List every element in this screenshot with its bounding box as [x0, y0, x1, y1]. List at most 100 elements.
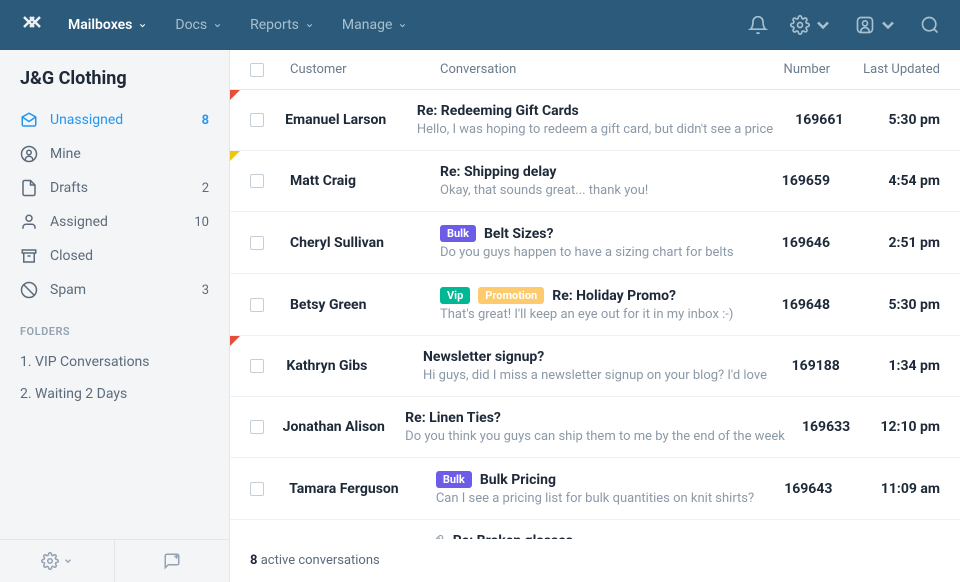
conversation-preview: That's great! I'll keep an eye out for i… — [440, 307, 750, 322]
sidebar-item-label: Spam — [50, 282, 202, 298]
conversation-row[interactable]: Emanuel Larson Re: Redeeming Gift Cards … — [230, 90, 960, 151]
tag-bulk: Bulk — [436, 471, 472, 488]
nav-item-label: Docs — [175, 17, 207, 33]
conversation-subject: BulkBulk Pricing — [436, 471, 754, 488]
app-logo — [20, 13, 44, 37]
sidebar: J&G Clothing Unassigned 8 Mine Drafts 2 … — [0, 50, 230, 582]
last-updated: 1:34 pm — [888, 358, 940, 374]
tag-promotion: Promotion — [478, 287, 544, 304]
sidebar-settings-button[interactable] — [0, 540, 115, 582]
chevron-down-icon — [305, 21, 314, 30]
sidebar-item-label: Drafts — [50, 180, 202, 196]
folders-header: FOLDERS — [0, 307, 229, 346]
customer-name: Cheryl Sullivan — [290, 235, 440, 251]
chevron-down-icon — [398, 21, 407, 30]
row-checkbox[interactable] — [250, 236, 264, 250]
col-number-header[interactable]: Number — [750, 62, 830, 77]
nav-item-label: Manage — [342, 17, 392, 33]
col-customer-header[interactable]: Customer — [290, 62, 440, 77]
conversation-subject: Newsletter signup? — [423, 349, 767, 365]
nav-item-label: Reports — [250, 17, 299, 33]
folder-item[interactable]: 1. VIP Conversations — [0, 346, 229, 378]
conversation-number: 169643 — [784, 481, 832, 497]
conversation-preview: Okay, that sounds great... thank you! — [440, 183, 750, 198]
notifications-button[interactable] — [748, 15, 768, 35]
sidebar-item-label: Assigned — [50, 214, 194, 230]
sidebar-item-spam[interactable]: Spam 3 — [0, 273, 229, 307]
mail-open-icon — [20, 111, 38, 129]
conversation-row[interactable]: Matt Craig Re: Shipping delay Okay, that… — [230, 151, 960, 212]
sidebar-item-label: Unassigned — [50, 112, 202, 128]
conversation-row[interactable]: Betsy Green VipPromotionRe: Holiday Prom… — [230, 274, 960, 336]
footer-count: 8 — [250, 553, 257, 568]
tag-vip: Vip — [440, 287, 470, 304]
sidebar-item-mine[interactable]: Mine — [0, 137, 229, 171]
conversation-subject: Re: Broken glasses — [431, 533, 760, 539]
search-button[interactable] — [920, 15, 940, 35]
tag-bulk: Bulk — [440, 225, 476, 242]
row-checkbox[interactable] — [250, 298, 264, 312]
ban-icon — [20, 281, 38, 299]
conversation-row[interactable]: Greg Davis Re: Broken glasses Okay sound… — [230, 520, 960, 539]
conversation-preview: Hello, I was hoping to redeem a gift car… — [417, 122, 773, 137]
folder-item[interactable]: 2. Waiting 2 Days — [0, 378, 229, 410]
nav-item-reports[interactable]: Reports — [250, 17, 314, 33]
row-checkbox[interactable] — [250, 482, 264, 496]
sidebar-item-count: 3 — [202, 283, 209, 298]
nav-items: Mailboxes Docs Reports Manage — [68, 17, 748, 33]
col-updated-header[interactable]: Last Updated — [830, 62, 940, 77]
profile-button[interactable] — [855, 15, 898, 35]
conversation-row[interactable]: Jonathan Alison Re: Linen Ties? Do you t… — [230, 397, 960, 458]
new-conversation-button[interactable] — [115, 540, 229, 582]
conversation-subject: Re: Shipping delay — [440, 164, 750, 180]
sidebar-item-drafts[interactable]: Drafts 2 — [0, 171, 229, 205]
nav-item-docs[interactable]: Docs — [175, 17, 222, 33]
last-updated: 5:30 pm — [888, 297, 940, 313]
customer-name: Emanuel Larson — [285, 112, 417, 128]
sidebar-item-closed[interactable]: Closed — [0, 239, 229, 273]
footer-label: active conversations — [261, 553, 380, 568]
priority-flag-icon — [230, 90, 240, 100]
sidebar-item-assigned[interactable]: Assigned 10 — [0, 205, 229, 239]
chevron-down-icon — [138, 21, 147, 30]
last-updated: 4:54 pm — [888, 173, 940, 189]
conversation-row[interactable]: Tamara Ferguson BulkBulk Pricing Can I s… — [230, 458, 960, 520]
last-updated: 11:09 am — [881, 481, 940, 497]
conversation-row[interactable]: Cheryl Sullivan BulkBelt Sizes? Do you g… — [230, 212, 960, 274]
row-checkbox[interactable] — [250, 113, 264, 127]
conversation-number: 169646 — [782, 235, 830, 251]
customer-name: Tamara Ferguson — [289, 481, 436, 497]
sidebar-list: Unassigned 8 Mine Drafts 2 Assigned 10 C… — [0, 103, 229, 539]
top-nav: Mailboxes Docs Reports Manage — [0, 0, 960, 50]
row-checkbox[interactable] — [250, 359, 264, 373]
nav-icons — [748, 15, 940, 35]
last-updated: 5:30 pm — [888, 112, 940, 128]
nav-item-manage[interactable]: Manage — [342, 17, 407, 33]
archive-icon — [20, 247, 38, 265]
row-checkbox[interactable] — [250, 174, 264, 188]
customer-name: Betsy Green — [290, 297, 440, 313]
conversation-subject: Re: Linen Ties? — [405, 410, 785, 426]
conversation-number: 169659 — [782, 173, 830, 189]
row-checkbox[interactable] — [250, 420, 264, 434]
sidebar-item-unassigned[interactable]: Unassigned 8 — [0, 103, 229, 137]
footer: 8 active conversations — [230, 539, 960, 582]
col-conversation-header[interactable]: Conversation — [440, 62, 750, 77]
priority-flag-icon — [230, 151, 240, 161]
conversation-number: 169661 — [795, 112, 843, 128]
conversation-number: 169633 — [802, 419, 850, 435]
sidebar-item-label: Closed — [50, 248, 209, 264]
sidebar-item-count: 8 — [202, 113, 209, 128]
table-header: Customer Conversation Number Last Update… — [230, 50, 960, 90]
select-all-checkbox[interactable] — [250, 63, 264, 77]
customer-name: Jonathan Alison — [283, 419, 406, 435]
user-circle-icon — [20, 145, 38, 163]
sidebar-item-count: 2 — [202, 181, 209, 196]
conversation-subject: VipPromotionRe: Holiday Promo? — [440, 287, 750, 304]
conversation-preview: Hi guys, did I miss a newsletter signup … — [423, 368, 767, 383]
conversation-row[interactable]: Kathryn Gibs Newsletter signup? Hi guys,… — [230, 336, 960, 397]
chevron-down-icon — [213, 21, 222, 30]
conversation-rows: Emanuel Larson Re: Redeeming Gift Cards … — [230, 90, 960, 539]
settings-button[interactable] — [790, 15, 833, 35]
nav-item-mailboxes[interactable]: Mailboxes — [68, 17, 147, 33]
